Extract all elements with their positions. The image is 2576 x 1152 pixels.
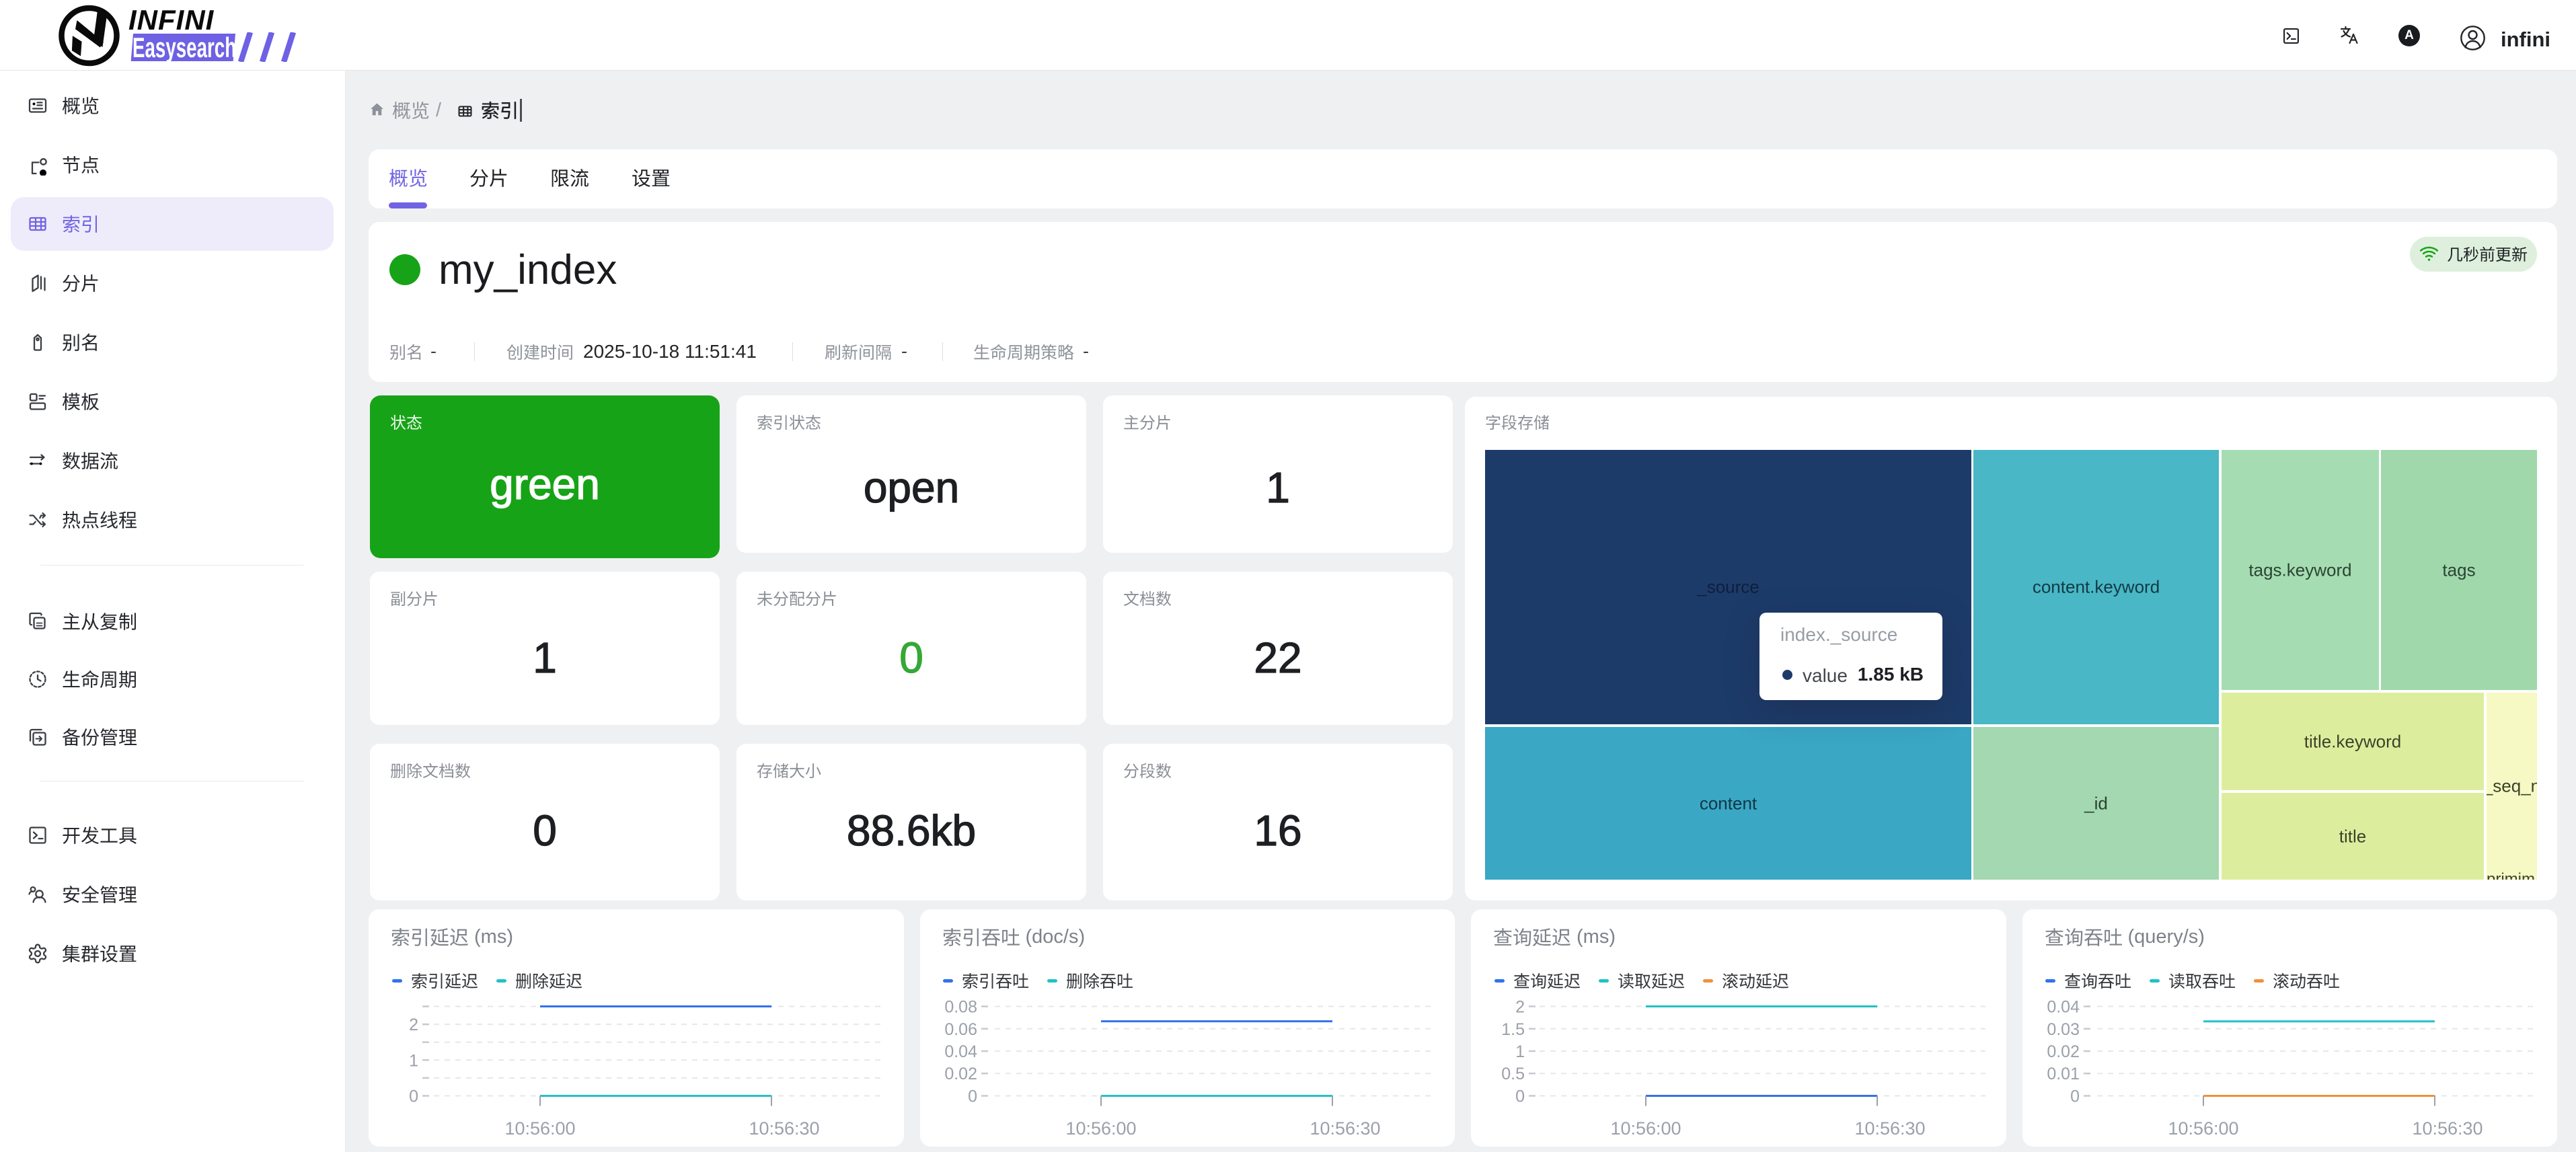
svg-text:10:56:00: 10:56:00 <box>504 1118 575 1139</box>
svg-text:2: 2 <box>409 1015 418 1034</box>
svg-text:0.04: 0.04 <box>944 1042 977 1061</box>
svg-text:1.5: 1.5 <box>1501 1020 1525 1039</box>
svg-text:1: 1 <box>409 1051 418 1070</box>
svg-text:10:56:00: 10:56:00 <box>1065 1118 1136 1139</box>
svg-text:10:56:00: 10:56:00 <box>2168 1118 2238 1139</box>
svg-text:10:56:30: 10:56:30 <box>2412 1118 2483 1139</box>
svg-text:10:56:00: 10:56:00 <box>1610 1118 1681 1139</box>
svg-text:0: 0 <box>1515 1087 1525 1106</box>
svg-text:0.02: 0.02 <box>944 1065 977 1083</box>
svg-text:0: 0 <box>409 1087 418 1106</box>
svg-text:0.03: 0.03 <box>2047 1020 2080 1039</box>
svg-text:0.02: 0.02 <box>2047 1042 2080 1061</box>
svg-text:2: 2 <box>1515 998 1525 1017</box>
svg-text:0: 0 <box>2070 1087 2080 1106</box>
svg-text:10:56:30: 10:56:30 <box>1854 1118 1925 1139</box>
svg-text:0.06: 0.06 <box>944 1020 977 1039</box>
svg-text:10:56:30: 10:56:30 <box>1310 1118 1380 1139</box>
svg-text:1: 1 <box>1515 1042 1525 1061</box>
svg-text:0: 0 <box>968 1087 977 1106</box>
svg-text:0.04: 0.04 <box>2047 998 2080 1017</box>
svg-text:0.5: 0.5 <box>1501 1065 1525 1083</box>
svg-text:0.08: 0.08 <box>944 998 977 1017</box>
svg-text:0.01: 0.01 <box>2047 1065 2080 1083</box>
svg-text:10:56:30: 10:56:30 <box>749 1118 819 1139</box>
